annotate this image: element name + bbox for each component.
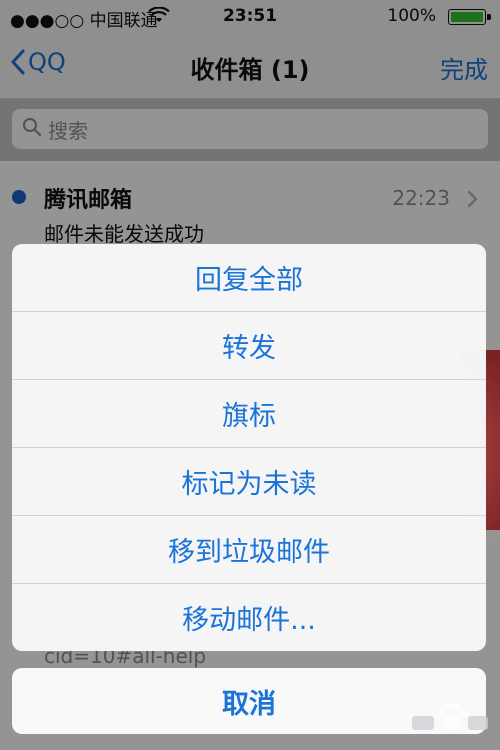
mark-unread-button[interactable]: 标记为未读: [12, 448, 486, 516]
flag-button[interactable]: 旗标: [12, 380, 486, 448]
action-sheet: 回复全部 转发 旗标 标记为未读 移到垃圾邮件 移动邮件...: [12, 244, 486, 651]
watermark-logo: [408, 696, 490, 740]
mail-screen: ●●●○○ 中国联通 23:51 100% QQ 收件箱 (1) 完成 搜索 腾: [0, 0, 500, 750]
reply-all-button[interactable]: 回复全部: [12, 244, 486, 312]
forward-button[interactable]: 转发: [12, 312, 486, 380]
move-message-button[interactable]: 移动邮件...: [12, 584, 486, 651]
move-to-junk-button[interactable]: 移到垃圾邮件: [12, 516, 486, 584]
